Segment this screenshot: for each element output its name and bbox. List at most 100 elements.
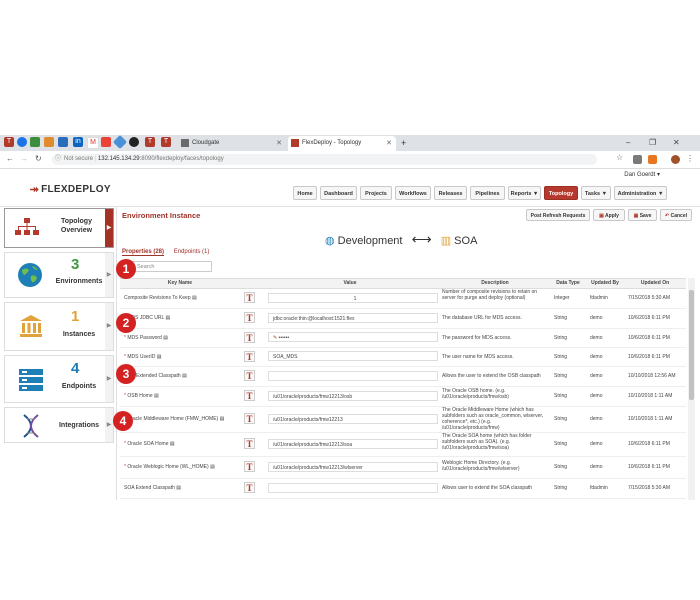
- table-row[interactable]: * MDS JDBC URL ▤ T jdbc:oracle:thin:@loc…: [120, 308, 686, 329]
- forward-arrow-icon[interactable]: →: [20, 154, 28, 163]
- pinned-tab-green-icon[interactable]: [30, 137, 40, 147]
- table-row[interactable]: * MDS UserID ▤ T SOA_MDS The user name f…: [120, 347, 686, 367]
- callout-badge-1: 1: [116, 259, 136, 279]
- column-header[interactable]: Value: [260, 279, 440, 288]
- bookmark-star-icon[interactable]: ☆: [616, 153, 623, 162]
- topology-overview-card[interactable]: Topology Overview ▶: [4, 208, 114, 248]
- nav-dashboard[interactable]: Dashboard: [320, 186, 357, 200]
- value-field[interactable]: /u01/oracle/products/fmw12213/soa: [268, 439, 438, 449]
- pinned-tab-orange-icon[interactable]: [44, 137, 54, 147]
- text-type-icon[interactable]: T: [244, 413, 255, 424]
- minimize-button[interactable]: –: [626, 135, 630, 150]
- column-header[interactable]: Updated On: [624, 279, 686, 288]
- reload-icon[interactable]: ↻: [35, 154, 42, 163]
- tab-endpoints[interactable]: Endpoints (1): [174, 249, 210, 255]
- column-header[interactable]: Updated By: [586, 279, 624, 288]
- instance-name: SOA: [454, 235, 478, 247]
- undo-icon: ↶: [665, 213, 670, 219]
- text-type-icon[interactable]: T: [244, 351, 255, 362]
- environments-card[interactable]: 3 Environments ▶: [4, 252, 114, 298]
- pinned-tab-linkedin-icon[interactable]: in: [73, 137, 83, 147]
- pinned-tab-flexdeploy-icon[interactable]: T: [4, 137, 14, 147]
- post-refresh-requests-button[interactable]: Post Refresh Requests: [526, 209, 590, 221]
- value-field[interactable]: 1: [268, 293, 438, 303]
- scrollbar-thumb[interactable]: [689, 290, 694, 400]
- browser-tab-strip: T in M T T Cloudgate ✕ FlexDeploy - Topo…: [0, 135, 700, 151]
- url-input[interactable]: ⓘ Not secure | 132.145.134.29:8090/flexd…: [52, 154, 597, 165]
- text-type-icon[interactable]: T: [244, 461, 255, 472]
- value-field[interactable]: SOA_MDS: [268, 351, 438, 361]
- tab-cloudgate[interactable]: Cloudgate ✕: [178, 136, 286, 151]
- pinned-tab-circle-icon[interactable]: [17, 137, 27, 147]
- table-row[interactable]: * Oracle Weblogic Home (WL_HOME) ▤ T /u0…: [120, 456, 686, 479]
- text-type-icon[interactable]: T: [244, 312, 255, 323]
- value-field[interactable]: [268, 371, 438, 381]
- value-field[interactable]: /u01/oracle/products/fmw12213/wlserver: [268, 462, 438, 472]
- text-type-icon[interactable]: T: [244, 332, 255, 343]
- nav-tasks[interactable]: Tasks ▼: [581, 186, 611, 200]
- value-field[interactable]: jdbc:oracle:thin:@localhost:1521:flex: [268, 313, 438, 323]
- value-field[interactable]: /u01/oracle/products/fmw12213/osb: [268, 391, 438, 401]
- table-row[interactable]: * OSB Home ▤ T /u01/oracle/products/fmw1…: [120, 386, 686, 407]
- header-divider: [0, 206, 700, 207]
- table-row[interactable]: SOA Extend Classpath ▤ T Allows user to …: [120, 478, 686, 499]
- key-name: * OSB Home ▤: [124, 393, 159, 399]
- updated-on: 10/6/2018 6:11 PM: [628, 354, 670, 360]
- table-row[interactable]: * MDS Password ▤ T ✎ •••••• The password…: [120, 328, 686, 348]
- updated-by: demo: [590, 393, 603, 399]
- table-row[interactable]: * Oracle SOA Home ▤ T /u01/oracle/produc…: [120, 432, 686, 457]
- nav-projects[interactable]: Projects: [360, 186, 392, 200]
- value-field[interactable]: [268, 483, 438, 493]
- integrations-card[interactable]: Integrations ▶: [4, 407, 114, 443]
- text-type-icon[interactable]: T: [244, 370, 255, 381]
- instances-card[interactable]: 1 Instances ▶: [4, 302, 114, 351]
- tab-close-icon[interactable]: ✕: [386, 136, 392, 151]
- flexdeploy-logo: ⯮ FLEXDEPLOY: [30, 183, 111, 195]
- pinned-tab-github-icon[interactable]: [129, 137, 139, 147]
- save-button[interactable]: ▣ Save: [628, 209, 657, 221]
- pinned-tab-gmail-icon[interactable]: M: [87, 137, 99, 149]
- table-row[interactable]: * Oracle Middleware Home (FMW_HOME) ▤ T …: [120, 406, 686, 433]
- table-scrollbar[interactable]: [688, 278, 695, 500]
- endpoints-card[interactable]: 4 Endpoints ▶: [4, 355, 114, 403]
- table-row[interactable]: OSB Extended Classpath ▤ T Allows the us…: [120, 366, 686, 387]
- nav-releases[interactable]: Releases: [434, 186, 467, 200]
- apply-icon: ▣: [599, 213, 604, 219]
- user-menu[interactable]: Dan Goerdt ▾: [624, 171, 660, 178]
- profile-avatar-icon[interactable]: [671, 155, 680, 164]
- tab-close-icon[interactable]: ✕: [276, 136, 282, 151]
- table-row[interactable]: Composite Revisions To Keep ▤ T 1 Number…: [120, 288, 686, 309]
- pinned-tab-blue-icon[interactable]: [58, 137, 68, 147]
- apply-button[interactable]: ▣ Apply: [593, 209, 625, 221]
- column-header[interactable]: Data Type: [550, 279, 586, 288]
- text-type-icon[interactable]: T: [244, 292, 255, 303]
- nav-administration[interactable]: Administration ▼: [614, 186, 667, 200]
- column-header[interactable]: Key Name: [120, 279, 240, 288]
- back-arrow-icon[interactable]: ←: [6, 154, 14, 163]
- callout-badge-2: 2: [116, 313, 136, 333]
- nav-home[interactable]: Home: [293, 186, 317, 200]
- text-type-icon[interactable]: T: [244, 438, 255, 449]
- nav-topology[interactable]: Topology: [544, 186, 578, 200]
- new-tab-button[interactable]: +: [398, 136, 414, 151]
- pinned-tab-flexdeploy2-icon[interactable]: T: [145, 137, 155, 147]
- nav-pipelines[interactable]: Pipelines: [470, 186, 505, 200]
- password-field[interactable]: ✎ ••••••: [268, 332, 438, 342]
- nav-workflows[interactable]: Workflows: [395, 186, 431, 200]
- pinned-tab-red-icon[interactable]: [101, 137, 111, 147]
- nav-reports[interactable]: Reports ▼: [508, 186, 541, 200]
- value-field[interactable]: /u01/oracle/products/fmw12213: [268, 414, 438, 424]
- tab-properties[interactable]: Properties (28): [122, 249, 165, 256]
- browser-menu-icon[interactable]: ⋮: [686, 154, 694, 163]
- tab-flexdeploy-topology[interactable]: FlexDeploy - Topology ✕: [288, 136, 396, 151]
- pinned-tab-diamond-icon[interactable]: [112, 135, 128, 150]
- text-type-icon[interactable]: T: [244, 390, 255, 401]
- text-type-icon[interactable]: T: [244, 482, 255, 493]
- extension-orange-icon[interactable]: [648, 155, 657, 164]
- column-header[interactable]: Description: [440, 279, 550, 288]
- maximize-button[interactable]: ❐: [649, 135, 656, 150]
- close-window-button[interactable]: ✕: [673, 135, 680, 150]
- extension-icon[interactable]: [633, 155, 642, 164]
- pinned-tab-flexdeploy3-icon[interactable]: T: [161, 137, 171, 147]
- cancel-button[interactable]: ↶ Cancel: [660, 209, 692, 221]
